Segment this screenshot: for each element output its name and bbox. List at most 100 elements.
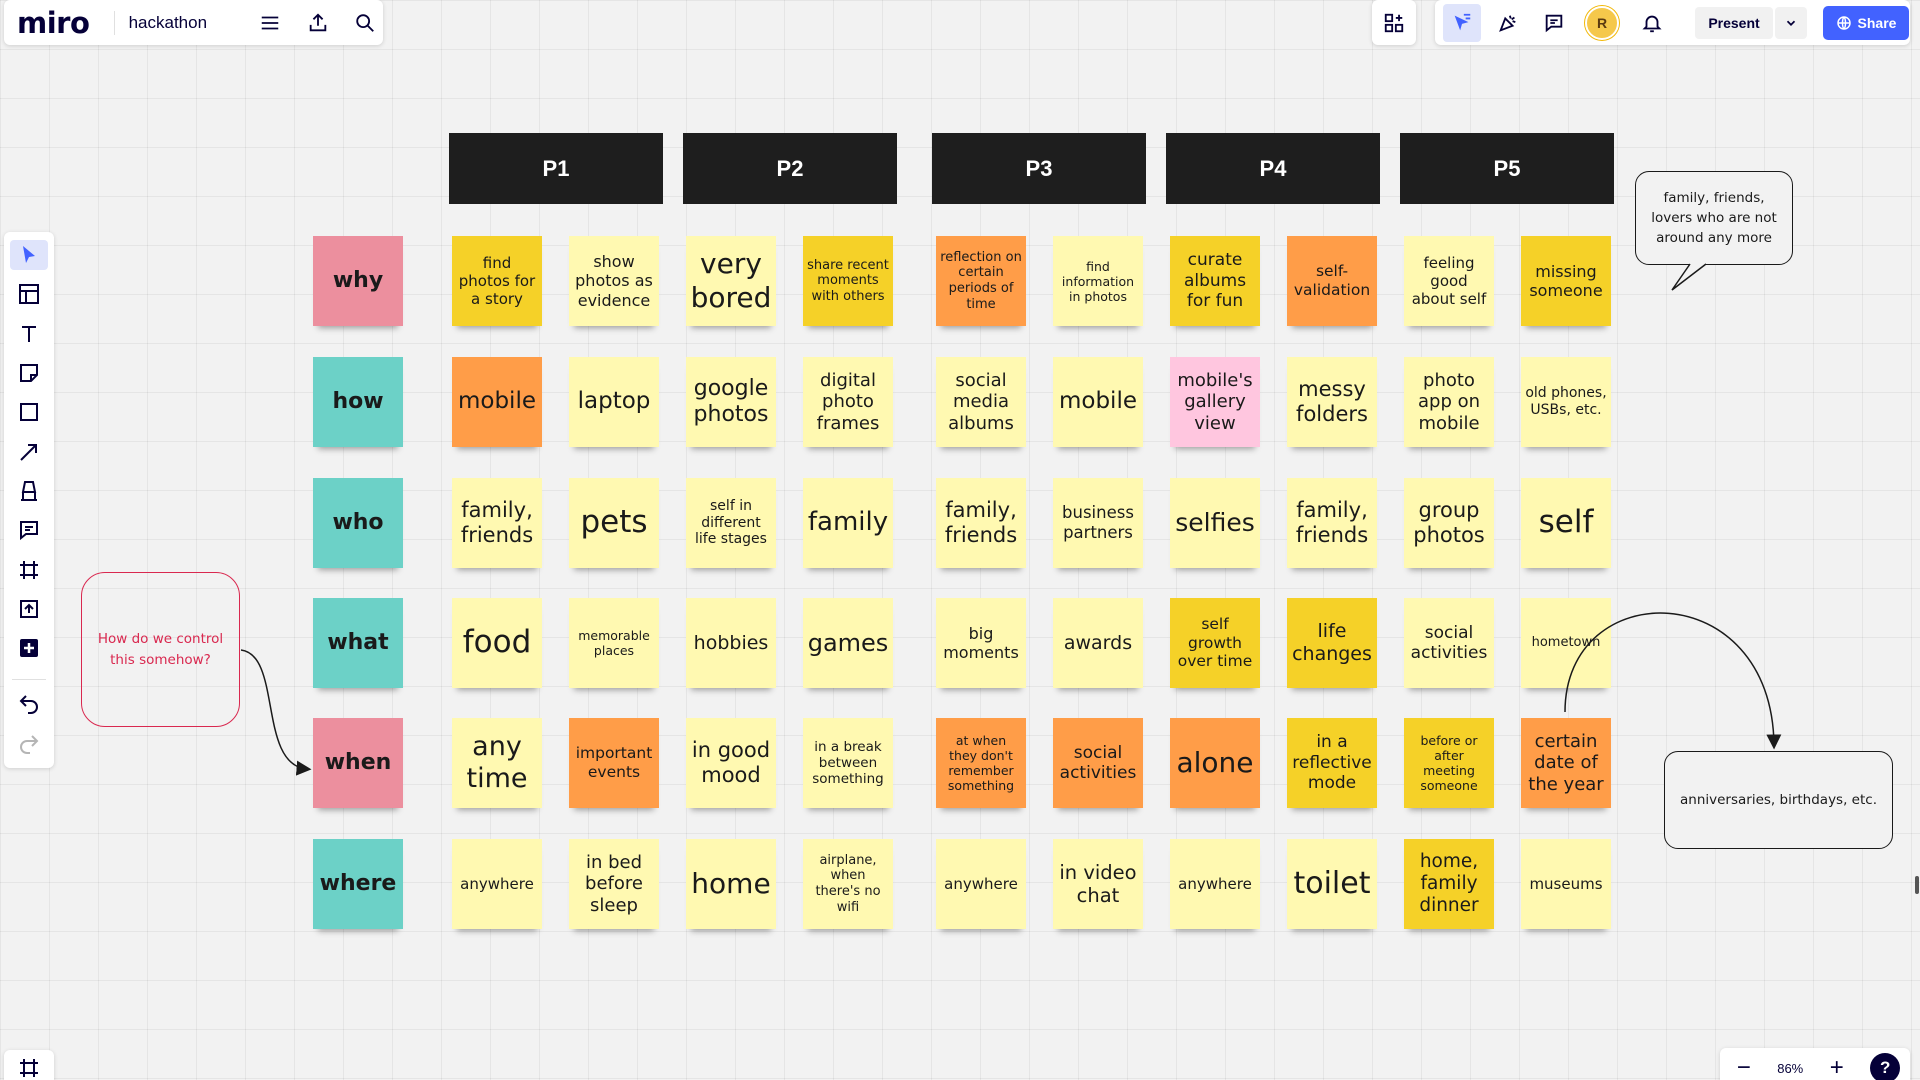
row-label-what[interactable]: what (313, 598, 403, 688)
templates-tool[interactable] (10, 279, 48, 309)
header-p4[interactable]: P4 (1166, 133, 1380, 204)
sticky-note[interactable]: at when they don't remember something (936, 718, 1026, 808)
sticky-note[interactable]: self-validation (1287, 236, 1377, 326)
sticky-note[interactable]: share recent moments with others (803, 236, 893, 326)
reactions-cursor-button[interactable] (1443, 3, 1481, 42)
zoom-in-button[interactable]: + (1823, 1054, 1851, 1080)
sticky-note[interactable]: important events (569, 718, 659, 808)
vertical-scrollbar[interactable] (1915, 876, 1919, 894)
comment-bubble-anniversaries[interactable]: anniversaries, birthdays, etc. (1664, 751, 1893, 849)
text-tool[interactable] (10, 319, 48, 349)
sticky-note[interactable]: selfies (1170, 478, 1260, 568)
connection-line-tool[interactable] (10, 437, 48, 467)
sticky-note[interactable]: self in different life stages (686, 478, 776, 568)
more-apps-tool[interactable] (10, 633, 48, 663)
sticky-note[interactable]: family, friends (936, 478, 1026, 568)
sticky-note[interactable]: photo app on mobile (1404, 357, 1494, 447)
sticky-note[interactable]: messy folders (1287, 357, 1377, 447)
sticky-note[interactable]: hometown (1521, 598, 1611, 688)
sticky-note[interactable]: toilet (1287, 839, 1377, 929)
notifications-button[interactable] (1633, 4, 1671, 42)
sticky-note[interactable]: mobile (1053, 357, 1143, 447)
sticky-note[interactable]: in a break between something (803, 718, 893, 808)
sticky-note[interactable]: home (686, 839, 776, 929)
undo-button[interactable] (10, 689, 48, 719)
sticky-note[interactable]: curate albums for fun (1170, 236, 1260, 326)
sticky-note[interactable]: business partners (1053, 478, 1143, 568)
sticky-note[interactable]: any time (452, 718, 542, 808)
sticky-note[interactable]: anywhere (1170, 839, 1260, 929)
sticky-note[interactable]: certain date of the year (1521, 718, 1611, 808)
sticky-note[interactable]: social media albums (936, 357, 1026, 447)
sticky-note[interactable]: find photos for a story (452, 236, 542, 326)
sticky-note[interactable]: museums (1521, 839, 1611, 929)
sticky-note[interactable]: social activities (1053, 718, 1143, 808)
sticky-note[interactable]: hobbies (686, 598, 776, 688)
sticky-note[interactable]: feeling good about self (1404, 236, 1494, 326)
pen-tool[interactable] (10, 476, 48, 506)
header-p5[interactable]: P5 (1400, 133, 1614, 204)
redo-button[interactable] (10, 729, 48, 759)
sticky-note[interactable]: anywhere (452, 839, 542, 929)
sticky-note-tool[interactable] (10, 358, 48, 388)
search-button[interactable] (348, 5, 383, 41)
sticky-note[interactable]: anywhere (936, 839, 1026, 929)
sticky-note[interactable]: family, friends (1287, 478, 1377, 568)
comment-bubble-control[interactable]: How do we control this somehow? (81, 572, 240, 727)
sticky-note[interactable]: home, family dinner (1404, 839, 1494, 929)
sticky-note[interactable]: life changes (1287, 598, 1377, 688)
present-options-button[interactable] (1775, 6, 1807, 39)
zoom-out-button[interactable]: − (1730, 1054, 1758, 1080)
zoom-level[interactable]: 86% (1777, 1061, 1803, 1076)
comment-bubble-family[interactable]: family, friends, lovers who are not arou… (1635, 171, 1793, 265)
menu-button[interactable] (253, 5, 288, 41)
sticky-note[interactable]: show photos as evidence (569, 236, 659, 326)
sticky-note[interactable]: big moments (936, 598, 1026, 688)
sticky-note[interactable]: food (452, 598, 542, 688)
shape-tool[interactable] (10, 397, 48, 427)
apps-button[interactable] (1375, 4, 1413, 42)
sticky-note[interactable]: self (1521, 478, 1611, 568)
frames-panel-button[interactable] (4, 1050, 54, 1080)
board-title[interactable]: hackathon (129, 13, 241, 33)
comment-tool[interactable] (10, 515, 48, 545)
sticky-note[interactable]: find information in photos (1053, 236, 1143, 326)
comments-button[interactable] (1535, 4, 1573, 42)
upload-tool[interactable] (10, 594, 48, 624)
frame-tool[interactable] (10, 555, 48, 585)
celebrate-button[interactable] (1489, 4, 1527, 42)
sticky-note[interactable]: pets (569, 478, 659, 568)
sticky-note[interactable]: self growth over time (1170, 598, 1260, 688)
row-label-who[interactable]: who (313, 478, 403, 568)
header-p3[interactable]: P3 (932, 133, 1146, 204)
sticky-note[interactable]: family, friends (452, 478, 542, 568)
sticky-note[interactable]: mobile's gallery view (1170, 357, 1260, 447)
sticky-note[interactable]: in bed before sleep (569, 839, 659, 929)
sticky-note[interactable]: in good mood (686, 718, 776, 808)
sticky-note[interactable]: group photos (1404, 478, 1494, 568)
row-label-how[interactable]: how (313, 357, 403, 447)
sticky-note[interactable]: family (803, 478, 893, 568)
user-avatar[interactable]: R (1585, 5, 1619, 40)
sticky-note[interactable]: laptop (569, 357, 659, 447)
header-p1[interactable]: P1 (449, 133, 663, 204)
sticky-note[interactable]: missing someone (1521, 236, 1611, 326)
export-button[interactable] (300, 5, 335, 41)
sticky-note[interactable]: in a reflective mode (1287, 718, 1377, 808)
present-button[interactable]: Present (1695, 6, 1773, 39)
row-label-why[interactable]: why (313, 236, 403, 326)
sticky-note[interactable]: awards (1053, 598, 1143, 688)
connector-control-to-when[interactable] (240, 649, 312, 776)
help-button[interactable]: ? (1870, 1053, 1901, 1080)
miro-logo[interactable]: miro (17, 6, 102, 40)
sticky-note[interactable]: old phones, USBs, etc. (1521, 357, 1611, 447)
sticky-note[interactable]: social activities (1404, 598, 1494, 688)
sticky-note[interactable]: games (803, 598, 893, 688)
sticky-note[interactable]: before or after meeting someone (1404, 718, 1494, 808)
header-p2[interactable]: P2 (683, 133, 897, 204)
sticky-note[interactable]: alone (1170, 718, 1260, 808)
sticky-note[interactable]: digital photo frames (803, 357, 893, 447)
sticky-note[interactable]: reflection on certain periods of time (936, 236, 1026, 326)
row-label-when[interactable]: when (313, 718, 403, 808)
row-label-where[interactable]: where (313, 839, 403, 929)
